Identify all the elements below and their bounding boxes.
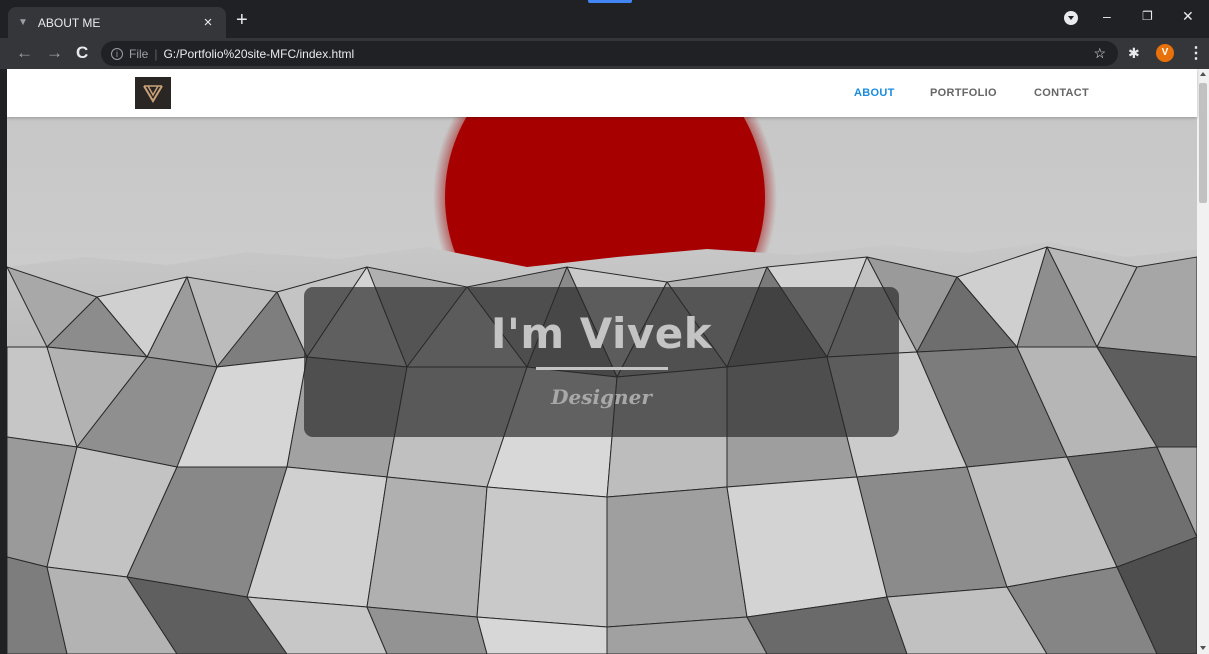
close-tab-icon[interactable]: ×: [200, 14, 216, 31]
vertical-scrollbar[interactable]: [1197, 69, 1209, 654]
hero-section: I'm Vivek Designer: [7, 117, 1197, 654]
tab-search-icon[interactable]: [1064, 11, 1078, 25]
hero-overlay-card: I'm Vivek Designer: [304, 287, 899, 437]
url-text[interactable]: G:/Portfolio%20site-MFC/index.html: [163, 47, 354, 61]
reload-button[interactable]: C: [76, 43, 88, 63]
nav-link-contact[interactable]: CONTACT: [1034, 69, 1089, 117]
nav-link-portfolio[interactable]: PORTFOLIO: [930, 69, 997, 117]
favicon-icon: ▼: [18, 17, 28, 28]
scroll-up-arrow-icon[interactable]: [1200, 72, 1206, 76]
logo-v-icon: [143, 85, 163, 103]
profile-avatar[interactable]: V: [1156, 44, 1174, 62]
url-scheme-label: File: [129, 46, 149, 61]
minimize-button[interactable]: –: [1103, 8, 1111, 24]
scroll-down-arrow-icon[interactable]: [1200, 646, 1206, 650]
tab-strip: ▼ ABOUT ME × + – ❐ ✕: [0, 0, 1209, 38]
site-logo[interactable]: [135, 77, 171, 109]
hero-subtitle: Designer: [551, 385, 652, 409]
hero-title: I'm Vivek: [490, 309, 713, 358]
browser-tab[interactable]: ▼ ABOUT ME ×: [8, 7, 226, 38]
close-window-button[interactable]: ✕: [1182, 8, 1194, 24]
browser-menu-icon[interactable]: ⋮: [1188, 43, 1204, 63]
info-icon[interactable]: i: [111, 47, 123, 60]
hero-divider: [536, 367, 668, 370]
forward-button[interactable]: →: [46, 43, 63, 63]
site-header: ABOUT PORTFOLIO CONTACT: [7, 69, 1197, 117]
back-button[interactable]: ←: [16, 43, 33, 63]
tab-title: ABOUT ME: [37, 15, 101, 30]
bookmark-star-icon[interactable]: ☆: [1093, 45, 1106, 62]
top-indicator: [588, 0, 632, 3]
nav-link-about[interactable]: ABOUT: [854, 69, 895, 117]
new-tab-button[interactable]: +: [236, 10, 248, 30]
page-viewport: ABOUT PORTFOLIO CONTACT I'm Vivek Design…: [7, 69, 1209, 654]
scrollbar-thumb[interactable]: [1199, 83, 1207, 203]
browser-toolbar: ← → C i File | G:/Portfolio%20site-MFC/i…: [0, 38, 1209, 69]
extensions-icon[interactable]: ✱: [1128, 45, 1140, 62]
address-bar[interactable]: i File | G:/Portfolio%20site-MFC/index.h…: [101, 41, 1118, 66]
url-separator: |: [154, 46, 158, 61]
restore-button[interactable]: ❐: [1142, 8, 1153, 24]
